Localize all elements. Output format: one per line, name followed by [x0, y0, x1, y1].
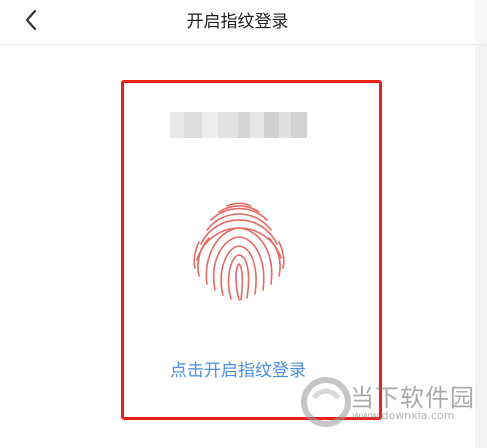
page-title: 开启指纹登录 [186, 12, 289, 32]
header-edge [475, 0, 487, 44]
masked-account-name [170, 112, 307, 138]
fingerprint-icon[interactable] [187, 200, 291, 304]
watermark: 当下软件园 www.downxia.com [300, 376, 480, 436]
top-bar: 开启指纹登录 [0, 0, 475, 44]
watermark-url: www.downxia.com [352, 409, 455, 422]
divider [0, 44, 487, 45]
watermark-name: 当下软件园 [350, 384, 475, 412]
watermark-logo-icon [301, 377, 351, 427]
